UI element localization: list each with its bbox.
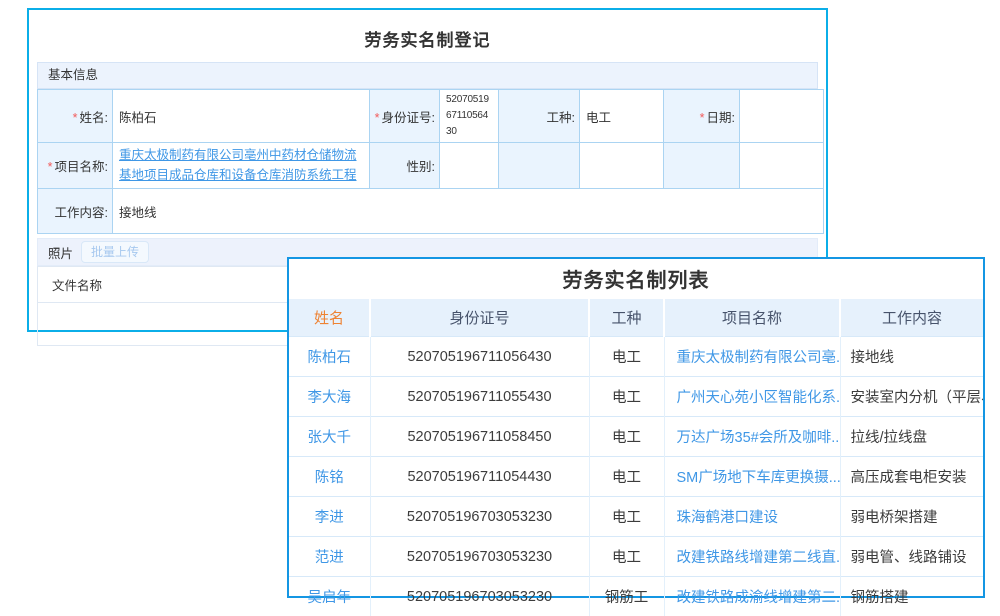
project-name-link[interactable]: 重庆太极制药有限公司亳州中药材仓储物流基地项目成品仓库和设备仓库消防系统工程 — [119, 148, 357, 181]
id-field-label: *身份证号: — [370, 90, 440, 143]
worker-name-link[interactable]: 张大千 — [308, 430, 352, 446]
name-field-value[interactable]: 陈柏石 — [113, 90, 370, 143]
column-header-project[interactable]: 项目名称 — [664, 299, 840, 337]
work-content-cell: 拉线/拉线盘 — [840, 417, 983, 457]
worker-type-cell: 电工 — [589, 417, 664, 457]
list-panel: 劳务实名制列表 姓名 身份证号 工种 项目名称 工作内容 陈柏石 5207051… — [287, 257, 985, 598]
column-header-id[interactable]: 身份证号 — [370, 299, 589, 337]
table-row: 范进 520705196703053230 电工 改建铁路线增建第二线直... … — [289, 537, 983, 577]
photo-section-label: 照片 — [48, 243, 73, 262]
empty-value-cell — [740, 143, 824, 189]
worker-id-cell: 520705196703053230 — [370, 497, 589, 537]
list-panel-title: 劳务实名制列表 — [289, 259, 983, 299]
empty-label-cell — [499, 143, 580, 189]
worker-type-cell: 电工 — [589, 337, 664, 377]
column-header-name[interactable]: 姓名 — [289, 299, 370, 337]
project-field-label: *项目名称: — [38, 143, 113, 189]
table-header-row: 姓名 身份证号 工种 项目名称 工作内容 — [289, 299, 983, 337]
worker-name-link[interactable]: 李进 — [315, 510, 344, 526]
project-field-value: 重庆太极制药有限公司亳州中药材仓储物流基地项目成品仓库和设备仓库消防系统工程 — [113, 143, 370, 189]
worker-name-link[interactable]: 陈铭 — [315, 470, 344, 486]
worker-name-link[interactable]: 陈柏石 — [308, 350, 352, 366]
work-content-cell: 高压成套电柜安装 — [840, 457, 983, 497]
worker-name-link[interactable]: 范进 — [315, 550, 344, 566]
worktype-field-value[interactable]: 电工 — [580, 90, 664, 143]
registration-form-title: 劳务实名制登记 — [29, 10, 826, 62]
batch-upload-button[interactable]: 批量上传 — [81, 241, 149, 263]
gender-field-label: 性别: — [370, 143, 440, 189]
work-content-cell: 钢筋搭建 — [840, 577, 983, 616]
project-link[interactable]: 改建铁路成渝线增建第二... — [677, 590, 841, 606]
table-row: 陈柏石 520705196711056430 电工 重庆太极制药有限公司亳...… — [289, 337, 983, 377]
empty-label-cell — [664, 143, 740, 189]
work-content-cell: 弱电管、线路铺设 — [840, 537, 983, 577]
id-field-value[interactable]: 520705196711056430 — [440, 90, 499, 143]
worker-name-link[interactable]: 吴启年 — [308, 590, 352, 606]
work-content-cell: 安装室内分机（平层、跃... — [840, 377, 983, 417]
worker-type-cell: 电工 — [589, 377, 664, 417]
worker-type-cell: 电工 — [589, 537, 664, 577]
workcontent-field-label: 工作内容: — [38, 189, 113, 234]
name-field-label: *姓名: — [38, 90, 113, 143]
gender-field-value[interactable] — [440, 143, 499, 189]
worker-type-cell: 电工 — [589, 457, 664, 497]
table-row: 吴启年 520705196703053230 钢筋工 改建铁路成渝线增建第二..… — [289, 577, 983, 616]
table-row: 李大海 520705196711055430 电工 广州天心苑小区智能化系...… — [289, 377, 983, 417]
worktype-field-label: 工种: — [499, 90, 580, 143]
table-row: 李进 520705196703053230 电工 珠海鹤港口建设 弱电桥架搭建 — [289, 497, 983, 537]
required-asterisk: * — [73, 111, 78, 125]
worker-id-cell: 520705196703053230 — [370, 537, 589, 577]
worker-id-cell: 520705196711056430 — [370, 337, 589, 377]
labor-list-table: 姓名 身份证号 工种 项目名称 工作内容 陈柏石 520705196711056… — [289, 299, 983, 616]
project-link[interactable]: 万达广场35#会所及咖啡... — [677, 430, 841, 446]
basic-info-section-header: 基本信息 — [37, 62, 818, 89]
worker-id-cell: 520705196711055430 — [370, 377, 589, 417]
project-link[interactable]: 广州天心苑小区智能化系... — [677, 390, 841, 406]
work-content-cell: 接地线 — [840, 337, 983, 377]
work-content-cell: 弱电桥架搭建 — [840, 497, 983, 537]
table-row: 陈铭 520705196711054430 电工 SM广场地下车库更换摄... … — [289, 457, 983, 497]
worker-type-cell: 电工 — [589, 497, 664, 537]
worker-id-cell: 520705196711054430 — [370, 457, 589, 497]
basic-info-form: *姓名: 陈柏石 *身份证号: 520705196711056430 工种: 电… — [37, 89, 824, 234]
date-field-label: *日期: — [664, 90, 740, 143]
worker-name-link[interactable]: 李大海 — [308, 390, 352, 406]
workcontent-field-value[interactable]: 接地线 — [113, 189, 824, 234]
worker-id-cell: 520705196703053230 — [370, 577, 589, 616]
project-link[interactable]: 重庆太极制药有限公司亳... — [677, 350, 841, 366]
table-row: 张大千 520705196711058450 电工 万达广场35#会所及咖啡..… — [289, 417, 983, 457]
required-asterisk: * — [375, 111, 380, 125]
worker-type-cell: 钢筋工 — [589, 577, 664, 616]
required-asterisk: * — [48, 160, 53, 174]
worker-id-cell: 520705196711058450 — [370, 417, 589, 457]
project-link[interactable]: 珠海鹤港口建设 — [677, 510, 779, 526]
date-field-value[interactable] — [740, 90, 824, 143]
column-header-workcontent[interactable]: 工作内容 — [840, 299, 983, 337]
project-link[interactable]: SM广场地下车库更换摄... — [677, 470, 841, 486]
project-link[interactable]: 改建铁路线增建第二线直... — [677, 550, 841, 566]
empty-value-cell — [580, 143, 664, 189]
required-asterisk: * — [700, 111, 705, 125]
column-header-worktype[interactable]: 工种 — [589, 299, 664, 337]
